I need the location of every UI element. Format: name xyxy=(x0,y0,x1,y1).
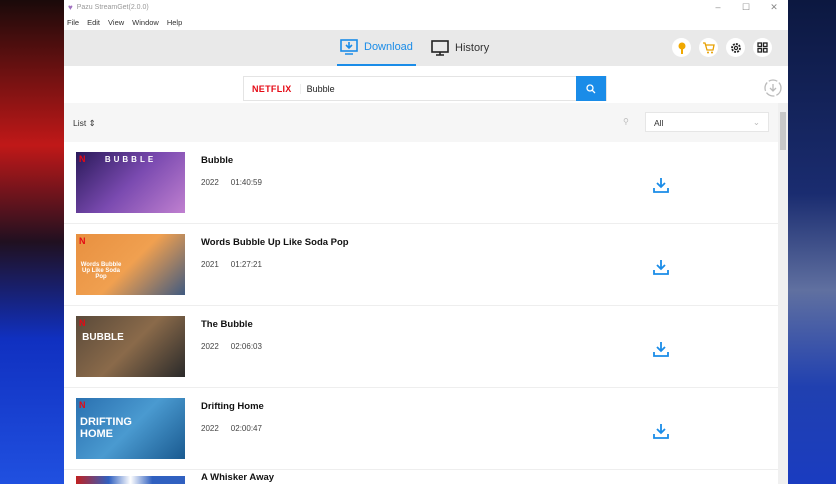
thumbnail xyxy=(76,476,185,484)
item-duration: 01:40:59 xyxy=(230,178,262,187)
thumbnail: N Words Bubble Up Like Soda Pop xyxy=(76,234,185,295)
app-logo-icon: ♥ xyxy=(68,3,73,12)
title-bar: ♥ Pazu StreamGet(2.0.0) – ☐ ✕ xyxy=(64,0,788,15)
list-sort-label[interactable]: List ⇕ xyxy=(73,118,96,129)
item-duration: 01:27:21 xyxy=(230,260,262,269)
item-duration: 02:00:47 xyxy=(230,424,262,433)
close-button[interactable]: ✕ xyxy=(760,0,788,15)
menu-edit[interactable]: Edit xyxy=(87,18,100,27)
toolbar: Download History xyxy=(64,30,788,66)
menu-view[interactable]: View xyxy=(108,18,124,27)
menu-window[interactable]: Window xyxy=(132,18,159,27)
monitor-icon xyxy=(431,40,449,56)
search-input[interactable]: Bubble xyxy=(299,83,576,94)
list-item: N BUBBLE Bubble 2022 01:40:59 xyxy=(64,142,778,224)
search-row: NETFLIX Bubble xyxy=(64,66,788,103)
item-title: A Whisker Away xyxy=(201,472,275,483)
list-item: N BUBBLE The Bubble 2022 02:06:03 xyxy=(64,306,778,388)
item-title: Drifting Home xyxy=(201,401,264,412)
item-year: 2022 xyxy=(201,178,219,187)
download-icon[interactable] xyxy=(652,176,670,194)
item-year: 2022 xyxy=(201,424,219,433)
download-icon[interactable] xyxy=(652,258,670,276)
gear-icon[interactable] xyxy=(726,38,745,57)
scrollbar[interactable] xyxy=(778,103,788,484)
item-title: Bubble xyxy=(201,155,234,166)
search-icon xyxy=(586,83,596,93)
tab-download[interactable]: Download xyxy=(337,30,416,66)
download-queue-icon[interactable] xyxy=(764,79,782,97)
minimize-button[interactable]: – xyxy=(704,0,732,15)
item-year: 2021 xyxy=(201,260,219,269)
list-item: A Whisker Away xyxy=(64,470,778,484)
background-left xyxy=(0,0,64,484)
menu-file[interactable]: File xyxy=(67,18,79,27)
download-icon[interactable] xyxy=(652,422,670,440)
scrollbar-thumb[interactable] xyxy=(780,112,786,150)
background-right xyxy=(788,0,836,484)
thumbnail: N BUBBLE xyxy=(76,152,185,213)
thumbnail: N DRIFTING HOME xyxy=(76,398,185,459)
cart-icon[interactable] xyxy=(699,38,718,57)
chevron-down-icon: ⌄ xyxy=(752,117,760,127)
window-title: Pazu StreamGet(2.0.0) xyxy=(76,4,149,11)
menu-bar: File Edit View Window Help xyxy=(64,15,788,30)
search-button[interactable] xyxy=(576,76,606,101)
search-box: NETFLIX Bubble xyxy=(243,76,607,101)
list-item: N DRIFTING HOME Drifting Home 2022 02:00:4… xyxy=(64,388,778,470)
download-tab-icon xyxy=(340,39,358,55)
tab-history[interactable]: History xyxy=(431,30,489,66)
app-window: ♥ Pazu StreamGet(2.0.0) – ☐ ✕ File Edit … xyxy=(64,0,788,484)
item-title: The Bubble xyxy=(201,319,253,330)
thumbnail: N BUBBLE xyxy=(76,316,185,377)
item-year: 2022 xyxy=(201,342,219,351)
maximize-button[interactable]: ☐ xyxy=(732,0,760,15)
key-icon[interactable] xyxy=(672,38,691,57)
filter-search-icon[interactable]: ⚲ xyxy=(623,117,629,126)
grid-menu-icon[interactable] xyxy=(753,38,772,57)
list-header: List ⇕ ⚲ All ⌄ xyxy=(64,103,788,142)
list-item: N Words Bubble Up Like Soda Pop Words Bub… xyxy=(64,224,778,306)
filter-select[interactable]: All ⌄ xyxy=(645,112,769,132)
item-duration: 02:06:03 xyxy=(230,342,262,351)
download-icon[interactable] xyxy=(652,340,670,358)
menu-help[interactable]: Help xyxy=(167,18,182,27)
netflix-logo[interactable]: NETFLIX xyxy=(244,84,300,94)
item-title: Words Bubble Up Like Soda Pop xyxy=(201,237,349,248)
